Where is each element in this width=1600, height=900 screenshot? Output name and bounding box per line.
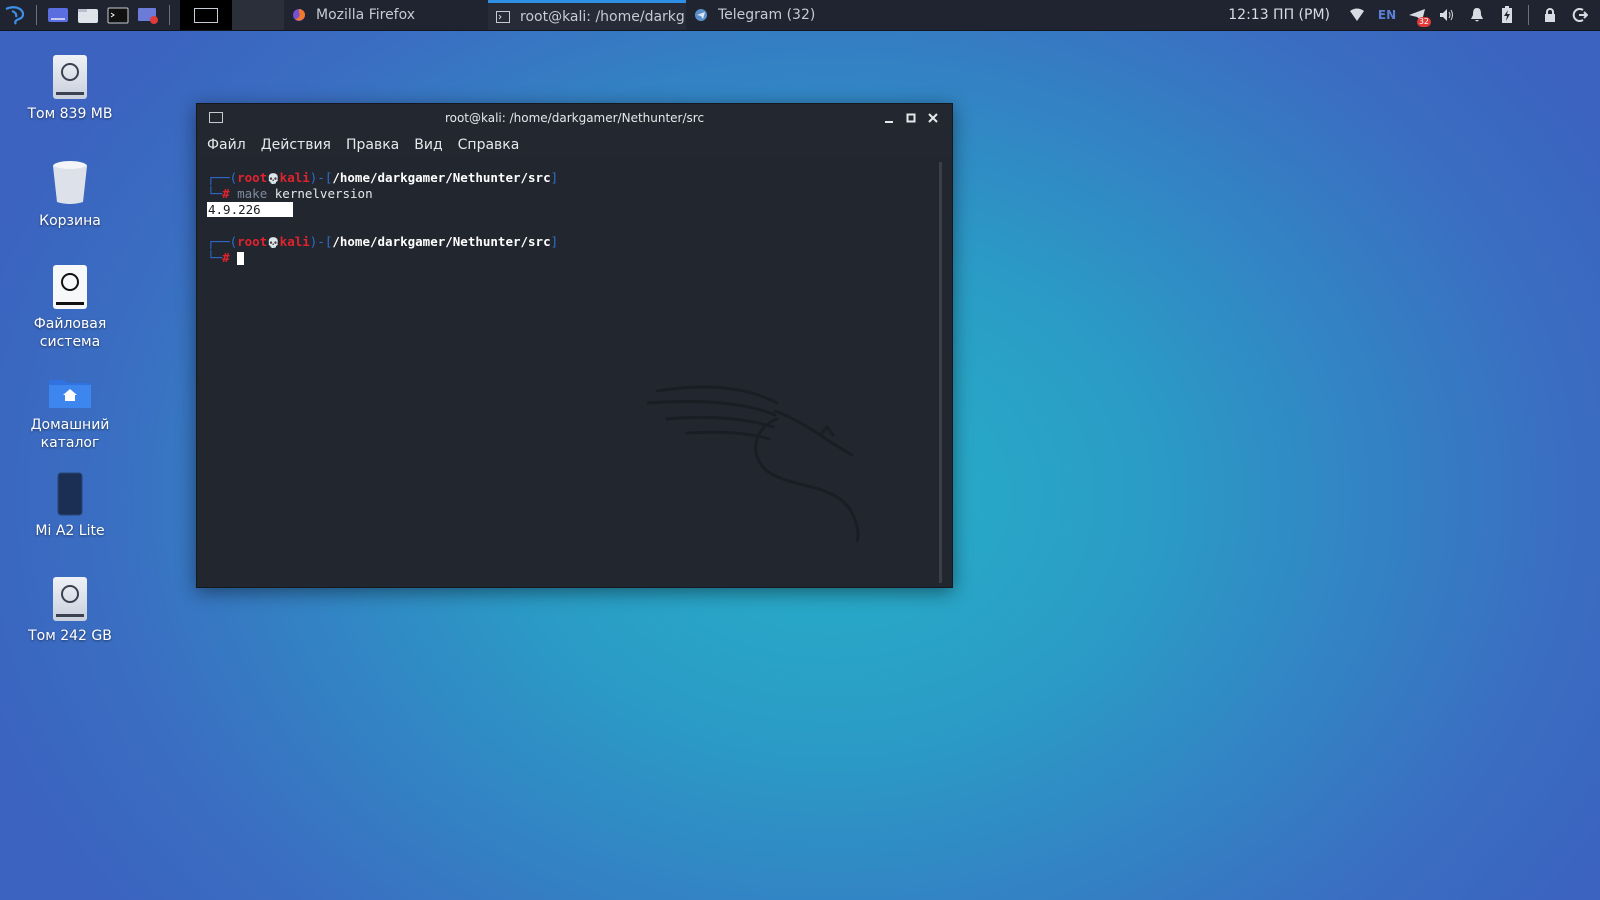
kali-dragon-watermark: [647, 385, 860, 543]
workspace-2[interactable]: [232, 0, 284, 30]
prompt-host: kali: [279, 234, 310, 249]
kali-menu-button[interactable]: [0, 0, 30, 30]
menu-actions[interactable]: Действия: [261, 137, 331, 153]
prompt-host: kali: [279, 170, 310, 185]
lock-screen-icon[interactable]: [1540, 5, 1560, 25]
menu-help[interactable]: Справка: [458, 137, 520, 153]
terminal-window-icon: [209, 112, 223, 123]
menu-file[interactable]: Файл: [207, 137, 246, 153]
prompt-user: root: [237, 170, 268, 185]
terminal-icon: [107, 7, 129, 24]
notification-badge: 32: [1416, 17, 1431, 27]
desktop-icon-volume-839mb[interactable]: Том 839 MB: [15, 55, 125, 123]
prompt-line-2: ┌──(root💀kali)-[/home/darkgamer/Nethunte…: [207, 234, 559, 249]
desktop-icon-label: Файловая система: [33, 316, 107, 350]
skull-icon: 💀: [267, 174, 280, 185]
close-icon: [928, 113, 938, 123]
scrollbar[interactable]: [939, 162, 942, 583]
trash-icon: [53, 161, 87, 204]
file-manager-launcher[interactable]: [76, 4, 100, 26]
text-cursor: [237, 252, 245, 265]
clock[interactable]: 12:13 ПП (PM): [1228, 7, 1330, 23]
telegram-icon: [694, 8, 708, 22]
keyboard-layout-indicator[interactable]: EN: [1377, 5, 1397, 25]
command-output-line: 4.9.226: [207, 202, 293, 218]
kali-dragon-icon: [5, 6, 25, 25]
screen-recorder-launcher[interactable]: [136, 4, 160, 26]
panel-separator: [1528, 5, 1529, 25]
desktop-icon-trash[interactable]: Корзина: [15, 160, 125, 230]
folder-icon: [78, 9, 98, 23]
minimize-button[interactable]: [878, 108, 900, 128]
top-panel: Mozilla Firefox root@kali: /home/darkg..…: [0, 0, 1600, 31]
desktop-icon-label: Том 839 MB: [27, 106, 113, 122]
prompt-path: /home/darkgamer/Nethunter/src: [332, 234, 551, 249]
drive-icon: [53, 55, 87, 99]
desktop-icon-filesystem[interactable]: Файловая система: [15, 265, 125, 351]
firefox-icon: [292, 8, 306, 22]
panel-separator: [36, 5, 37, 25]
desktop-icon-home[interactable]: Домашний каталог: [15, 376, 125, 452]
maximize-button[interactable]: [900, 108, 922, 128]
telegram-tray-icon[interactable]: 32: [1407, 5, 1431, 27]
desktop-icon-label: Корзина: [39, 213, 101, 229]
notifications-bell-icon[interactable]: [1467, 5, 1487, 25]
desktop-icon-label: Том 242 GB: [28, 628, 112, 644]
battery-charging-icon[interactable]: [1497, 5, 1517, 25]
command-name: make: [237, 186, 268, 201]
terminal-output-area[interactable]: ┌──(root💀kali)-[/home/darkgamer/Nethunte…: [197, 158, 952, 587]
desktop-icon-phone[interactable]: Mi A2 Lite: [15, 472, 125, 540]
desktop-icon-label: Домашний каталог: [30, 417, 110, 451]
desktop-icon-label: Mi A2 Lite: [35, 523, 105, 539]
prompt-symbol: #: [222, 186, 230, 201]
command-line-2: └─#: [207, 250, 245, 266]
terminal-icon: [496, 10, 510, 23]
taskbar-item-label: root@kali: /home/darkg...: [520, 8, 686, 25]
command-output: 4.9.226: [207, 202, 293, 217]
terminal-launcher[interactable]: [106, 4, 130, 26]
desktop-icon: [48, 8, 68, 22]
menu-edit[interactable]: Правка: [346, 137, 399, 153]
taskbar-item-terminal[interactable]: root@kali: /home/darkg...: [488, 0, 686, 30]
system-tray: 12:13 ПП (PM) EN 32: [1228, 0, 1600, 30]
minimize-icon: [885, 121, 893, 123]
workspace-switcher: [180, 0, 284, 30]
desktop-icon-volume-242gb[interactable]: Том 242 GB: [15, 577, 125, 645]
maximize-icon: [906, 113, 916, 123]
home-folder-icon: [49, 380, 91, 408]
workspace-window-preview: [194, 7, 218, 23]
window-title: root@kali: /home/darkgamer/Nethunter/src: [444, 111, 705, 125]
menu-bar: Файл Действия Правка Вид Справка: [197, 132, 952, 158]
command-argument: kernelversion: [274, 186, 373, 201]
taskbar-item-label: Telegram (32): [718, 7, 816, 23]
show-desktop-launcher[interactable]: [46, 4, 70, 26]
taskbar-item-label: Mozilla Firefox: [316, 7, 416, 23]
workspace-1[interactable]: [180, 0, 232, 30]
prompt-user: root: [237, 234, 268, 249]
screen-record-icon: [138, 8, 158, 24]
prompt-symbol: #: [222, 250, 230, 265]
drive-icon: [53, 577, 87, 621]
volume-icon[interactable]: [1437, 5, 1457, 25]
menu-view[interactable]: Вид: [414, 137, 442, 153]
wifi-icon[interactable]: [1347, 5, 1367, 25]
window-titlebar[interactable]: root@kali: /home/darkgamer/Nethunter/src: [197, 104, 952, 132]
prompt-path: /home/darkgamer/Nethunter/src: [332, 170, 551, 185]
terminal-window: root@kali: /home/darkgamer/Nethunter/src…: [196, 103, 953, 588]
taskbar-item-firefox[interactable]: Mozilla Firefox: [284, 0, 488, 30]
command-line-1: └─# make kernelversion: [207, 186, 373, 201]
phone-icon: [57, 472, 83, 516]
filesystem-icon: [53, 265, 87, 309]
taskbar-item-telegram[interactable]: Telegram (32): [686, 0, 816, 30]
panel-separator: [169, 5, 170, 25]
skull-icon: 💀: [267, 238, 280, 249]
close-button[interactable]: [922, 108, 944, 128]
logout-icon[interactable]: [1570, 5, 1590, 25]
